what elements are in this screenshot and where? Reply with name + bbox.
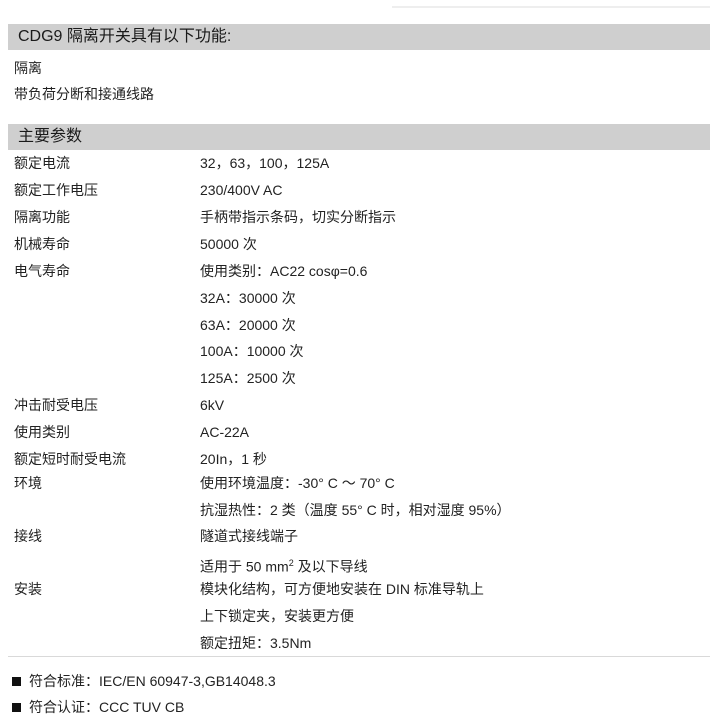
param-value: 50000 次 [200,236,257,252]
param-row-wire-size: 适用于 50 mm2 及以下导线 [14,550,704,576]
wire-size-suffix: 及以下导线 [293,558,368,575]
param-row-environment: 环境 使用环境温度：-30° C ～ 70° C [14,470,704,496]
param-label: 额定电流 [14,155,70,171]
param-label: 冲击耐受电压 [14,397,98,413]
standards-text: 符合标准：IEC/EN 60947-3,GB14048.3 [29,673,276,689]
param-value: 模块化结构，可方便地安装在 DIN 标准导轨上 [200,581,484,597]
param-value: 上下锁定夹，安装更方便 [200,608,354,624]
certification-line: 符合认证：CCC TUV CB [12,696,184,718]
param-value: 32A：30000 次 [200,290,296,306]
param-value: 使用类别：AC22 cosφ=0.6 [200,263,368,279]
param-value: 6kV [200,397,225,413]
square-bullet-icon [12,677,21,686]
param-label: 环境 [14,475,42,491]
standards-line: 符合标准：IEC/EN 60947-3,GB14048.3 [12,670,276,692]
param-label: 机械寿命 [14,236,70,252]
param-row-wiring: 接线 隧道式接线端子 [14,523,704,549]
param-row-electrical-life: 电气寿命 使用类别：AC22 cosφ=0.6 [14,258,704,284]
param-value: 32，63，100，125A [200,155,330,171]
section-header-functions: CDG9 隔离开关具有以下功能: [8,24,710,50]
param-row-locking-clip: 上下锁定夹，安装更方便 [14,603,704,629]
param-label: 电气寿命 [14,263,70,279]
param-row-rated-voltage: 额定工作电压 230/400V AC [14,177,704,203]
section-divider [8,656,710,657]
param-value: 使用环境温度：-30° C ～ 70° C [200,475,395,491]
param-row-electrical-life-32a: 32A：30000 次 [14,285,704,311]
top-divider [392,6,710,8]
param-value: 额定扭矩：3.5Nm [200,635,312,651]
param-label: 额定工作电压 [14,182,98,198]
param-value: 125A：2500 次 [200,370,296,386]
param-label: 安装 [14,581,42,597]
param-row-electrical-life-100a: 100A：10000 次 [14,338,704,364]
param-value: 100A：10000 次 [200,343,304,359]
param-row-rated-current: 额定电流 32，63，100，125A [14,150,704,176]
param-label: 使用类别 [14,424,70,440]
param-value: 20In，1 秒 [200,451,267,467]
param-row-electrical-life-125a: 125A：2500 次 [14,365,704,391]
param-row-short-time-current: 额定短时耐受电流 20In，1 秒 [14,446,704,472]
wire-size-text: 适用于 50 mm [200,558,289,575]
section-header-main-parameters: 主要参数 [8,124,710,150]
param-row-mechanical-life: 机械寿命 50000 次 [14,231,704,257]
param-row-electrical-life-63a: 63A：20000 次 [14,312,704,338]
function-item-isolation: 隔离 [14,60,42,76]
param-row-utilization-category: 使用类别 AC-22A [14,419,704,445]
param-label: 接线 [14,528,42,544]
param-value: 手柄带指示条码，切实分断指示 [200,209,396,225]
param-label: 隔离功能 [14,209,70,225]
param-value: 63A：20000 次 [200,317,296,333]
param-row-rated-torque: 额定扭矩：3.5Nm [14,630,704,656]
param-value: 抗湿热性：2 类（温度 55° C 时，相对湿度 95%） [200,502,511,518]
param-value: 230/400V AC [200,182,283,198]
param-value: 隧道式接线端子 [200,528,298,544]
param-label: 额定短时耐受电流 [14,451,126,467]
certification-text: 符合认证：CCC TUV CB [29,699,185,715]
param-row-damp-heat: 抗湿热性：2 类（温度 55° C 时，相对湿度 95%） [14,497,704,523]
param-row-isolation-function: 隔离功能 手柄带指示条码，切实分断指示 [14,204,704,230]
param-row-impulse-voltage: 冲击耐受电压 6kV [14,392,704,418]
param-value: AC-22A [200,424,250,440]
function-item-load-switching: 带负荷分断和接通线路 [14,86,154,102]
param-row-installation: 安装 模块化结构，可方便地安装在 DIN 标准导轨上 [14,576,704,602]
square-bullet-icon [12,703,21,712]
